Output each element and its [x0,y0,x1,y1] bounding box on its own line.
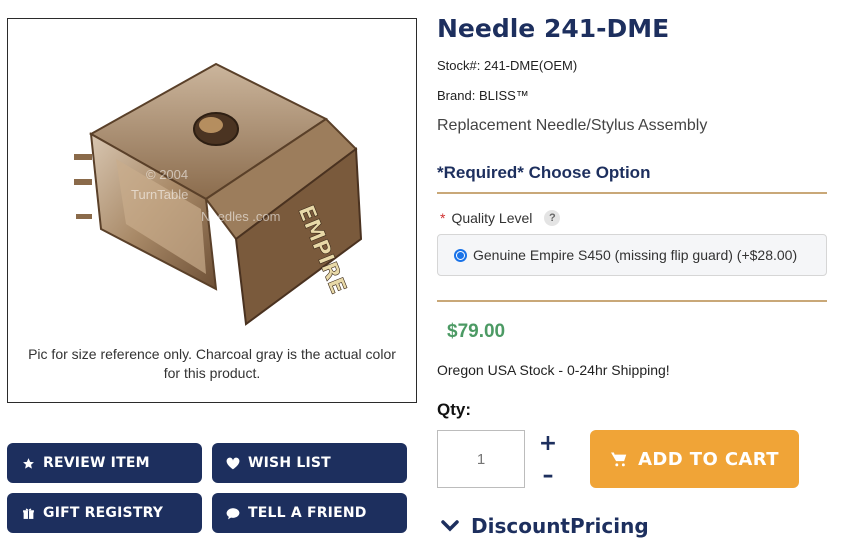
product-subtitle: Replacement Needle/Stylus Assembly [437,117,708,134]
stock-label: Stock#: [437,58,481,73]
quality-option-radio-row[interactable]: Genuine Empire S450 (missing flip guard)… [437,234,827,276]
product-title: Needle 241-DME [437,14,670,43]
required-marker: * [440,210,446,226]
quantity-input[interactable] [437,430,525,488]
watermark-line-3: Needles .com [201,209,280,224]
chevron-down-icon [441,520,459,532]
chat-bubble-icon [224,507,242,520]
quality-level-label: Quality Level [451,210,533,226]
discount-pricing-label: DiscountPricing [471,514,649,538]
brand-value: BLISS™ [478,88,529,103]
stock-number: Stock#: 241-DME(OEM) [437,58,577,73]
divider [437,300,827,302]
add-to-cart-button[interactable]: ADD TO CART [590,430,799,488]
help-icon[interactable]: ? [544,210,561,226]
quality-level-label-row: * Quality Level ? [440,210,561,226]
quality-option-label: Genuine Empire S450 (missing flip guard)… [473,247,798,263]
watermark-line-2: TurnTable [131,187,188,202]
cart-icon [610,451,628,467]
add-to-cart-label: ADD TO CART [638,448,779,470]
wish-list-label: WISH LIST [248,455,331,471]
product-image-frame: © 2004 TurnTable Needles .com EMPIRE Pic… [7,18,417,403]
radio-selected[interactable] [454,248,467,262]
star-icon [19,457,37,470]
brand: Brand: BLISS™ [437,88,529,103]
wish-list-button[interactable]: WISH LIST [212,443,407,483]
product-price: $79.00 [447,321,506,342]
discount-pricing-toggle[interactable]: DiscountPricing [441,514,649,538]
divider [437,192,827,194]
quantity-decrease-button[interactable]: – [538,463,558,488]
product-photo: © 2004 TurnTable Needles .com EMPIRE [74,62,363,326]
tell-a-friend-button[interactable]: TELL A FRIEND [212,493,407,533]
shipping-note: Oregon USA Stock - 0-24hr Shipping! [437,362,670,378]
stock-value: 241-DME(OEM) [483,58,578,73]
tell-a-friend-label: TELL A FRIEND [248,505,367,521]
gift-registry-label: GIFT REGISTRY [43,505,164,521]
heart-icon [224,457,242,470]
brand-label: Brand: [437,88,476,103]
quantity-label: Qty: [437,400,471,419]
quantity-increase-button[interactable]: + [538,431,558,456]
review-item-button[interactable]: REVIEW ITEM [7,443,202,483]
gift-registry-button[interactable]: GIFT REGISTRY [7,493,202,533]
choose-option-heading: *Required* Choose Option [437,163,651,182]
image-caption: Pic for size reference only. Charcoal gr… [28,346,396,381]
watermark-line-1: © 2004 [146,167,188,182]
gift-icon [19,507,37,520]
review-item-label: REVIEW ITEM [43,455,150,471]
